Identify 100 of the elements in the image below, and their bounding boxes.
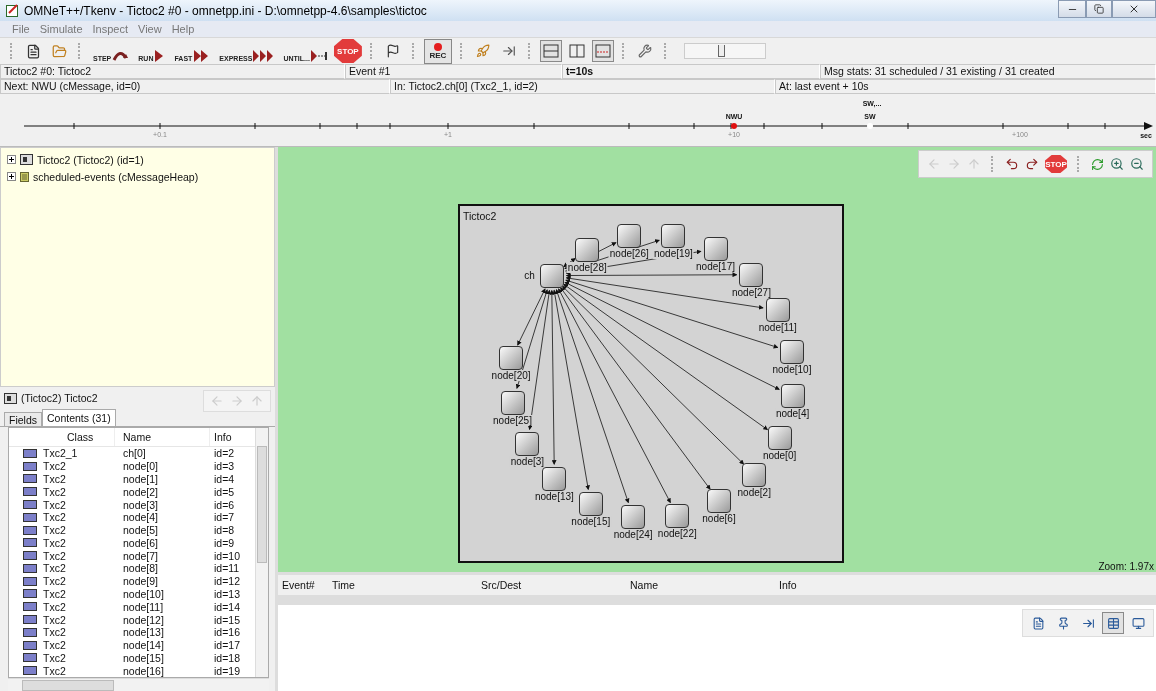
node-label: node[20] bbox=[490, 370, 532, 382]
zoom-out-icon[interactable] bbox=[1130, 157, 1144, 171]
menu-item[interactable]: Help bbox=[171, 23, 195, 35]
curved-arrow-icon[interactable] bbox=[1025, 157, 1039, 171]
curved-arrow-icon[interactable] bbox=[1005, 157, 1019, 171]
module-node[interactable] bbox=[707, 489, 731, 514]
table-button[interactable] bbox=[1102, 612, 1124, 634]
column-header[interactable]: Event# bbox=[278, 579, 328, 591]
column-header[interactable]: Class bbox=[9, 428, 115, 446]
expander-icon[interactable] bbox=[7, 172, 16, 181]
event-dot[interactable] bbox=[867, 123, 873, 129]
module-node[interactable] bbox=[539, 263, 564, 288]
record-button[interactable]: REC bbox=[423, 38, 452, 64]
table-cell-text: id=6 bbox=[213, 498, 236, 511]
arrow-to-line-icon bbox=[1081, 616, 1095, 630]
timeline-button[interactable] bbox=[591, 40, 614, 62]
node-label: node[6] bbox=[701, 513, 737, 525]
scrollbar-thumb[interactable] bbox=[22, 680, 114, 691]
module-node[interactable] bbox=[621, 504, 646, 529]
menu-item[interactable]: Inspect bbox=[92, 23, 128, 35]
module-node[interactable] bbox=[499, 346, 524, 371]
module-node[interactable] bbox=[661, 223, 686, 248]
status-field: Event #1 bbox=[345, 64, 562, 79]
refresh-icon[interactable] bbox=[1091, 157, 1104, 171]
module-node[interactable] bbox=[780, 384, 805, 409]
column-header[interactable]: Src/Dest bbox=[477, 579, 626, 591]
column-header[interactable]: Name bbox=[115, 428, 210, 446]
window-title: OMNeT++/Tkenv - Tictoc2 #0 - omnetpp.ini - D:\omnetpp-4.6\samples\tictoc bbox=[24, 3, 428, 18]
vertical-scrollbar[interactable] bbox=[255, 428, 268, 677]
folder-icon bbox=[51, 43, 67, 59]
table-cell: Txc2_1 bbox=[9, 447, 115, 460]
node-label: node[19] bbox=[652, 247, 694, 259]
slider-thumb[interactable] bbox=[717, 45, 725, 57]
maximize-button[interactable] bbox=[1086, 0, 1112, 18]
table-cell-text: node[6] bbox=[122, 536, 160, 549]
module-node[interactable] bbox=[767, 426, 792, 451]
node-label: ch bbox=[523, 269, 536, 281]
class-icon bbox=[23, 500, 37, 509]
class-icon bbox=[23, 474, 37, 484]
table-cell-text: node[1] bbox=[122, 472, 160, 485]
module-node[interactable] bbox=[779, 340, 804, 364]
column-header[interactable]: Info bbox=[775, 579, 924, 591]
module-node[interactable] bbox=[739, 262, 764, 287]
column-header[interactable]: Name bbox=[626, 579, 775, 591]
module-node[interactable] bbox=[500, 390, 525, 415]
table-icon bbox=[1106, 616, 1120, 630]
table-cell-text: node[5] bbox=[122, 524, 160, 537]
module-icon bbox=[4, 392, 17, 404]
close-button[interactable] bbox=[1112, 0, 1156, 18]
table-cell-text: id=16 bbox=[213, 626, 241, 639]
scrollbar-thumb[interactable] bbox=[257, 446, 267, 563]
tab[interactable]: Contents (31) bbox=[42, 409, 116, 426]
stop-button[interactable]: STOP bbox=[333, 39, 362, 63]
module-node[interactable] bbox=[575, 237, 600, 262]
node-label: node[3] bbox=[509, 456, 546, 468]
module-node[interactable] bbox=[703, 237, 728, 261]
split-horizontal-button[interactable] bbox=[539, 40, 562, 62]
table-cell-text: node[14] bbox=[122, 639, 165, 652]
speed-slider[interactable] bbox=[683, 43, 766, 59]
class-icon bbox=[23, 615, 37, 625]
table-cell-text: node[8] bbox=[122, 562, 160, 575]
table-cell-text: id=12 bbox=[213, 575, 241, 588]
table-cell-text: node[13] bbox=[122, 626, 165, 639]
module-node[interactable] bbox=[515, 432, 540, 457]
node-label: node[17] bbox=[695, 261, 736, 272]
module-node[interactable] bbox=[742, 462, 767, 487]
arrow-to-line-icon bbox=[501, 44, 516, 58]
node-label: node[13] bbox=[533, 491, 575, 503]
tab[interactable]: Fields bbox=[4, 412, 42, 426]
table-cell: Txc2 bbox=[9, 613, 115, 626]
node-label: node[11] bbox=[757, 322, 798, 334]
stop-button[interactable]: STOP bbox=[1045, 155, 1067, 173]
class-icon bbox=[23, 653, 37, 663]
table-cell-text: id=3 bbox=[213, 460, 236, 473]
table-cell-text: id=14 bbox=[213, 600, 241, 613]
menu-item[interactable]: View bbox=[138, 23, 162, 35]
class-icon bbox=[23, 627, 37, 637]
menu-item[interactable]: File bbox=[12, 23, 30, 35]
table-cell: Txc2 bbox=[9, 472, 115, 485]
table-cell: Txc2 bbox=[9, 485, 115, 498]
tree-item[interactable]: Tictoc2 (Tictoc2) (id=1) bbox=[37, 153, 144, 166]
node-label: node[28] bbox=[566, 261, 608, 273]
class-icon bbox=[23, 525, 37, 535]
module-node[interactable] bbox=[542, 467, 567, 492]
module-node[interactable] bbox=[765, 298, 790, 323]
node-label: node[4] bbox=[774, 408, 811, 420]
event-dot[interactable] bbox=[731, 123, 737, 129]
zoom-in-icon[interactable] bbox=[1110, 157, 1124, 171]
expander-icon[interactable] bbox=[7, 155, 16, 164]
module-node[interactable] bbox=[578, 492, 603, 517]
class-icon bbox=[23, 563, 37, 573]
module-node[interactable] bbox=[617, 223, 642, 248]
class-icon bbox=[23, 448, 37, 458]
node-label: node[26] bbox=[608, 247, 650, 259]
column-header[interactable]: Time bbox=[328, 579, 477, 591]
tree-item[interactable]: scheduled-events (cMessageHeap) bbox=[33, 170, 199, 183]
minimize-button[interactable] bbox=[1058, 0, 1086, 18]
menu-item[interactable]: Simulate bbox=[39, 23, 83, 35]
table-cell-text: node[0] bbox=[122, 460, 160, 473]
module-node[interactable] bbox=[665, 503, 690, 528]
